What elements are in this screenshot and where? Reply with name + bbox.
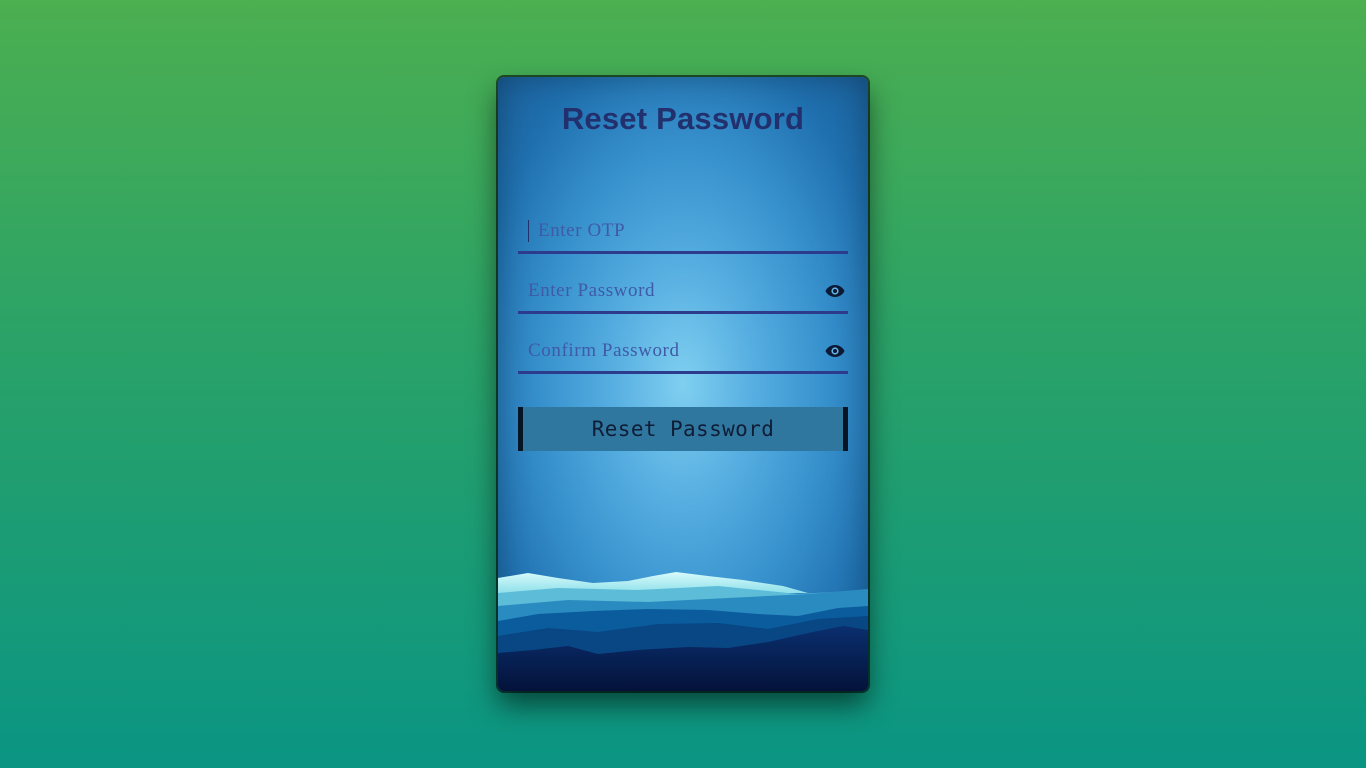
eye-icon[interactable] [825, 284, 845, 298]
password-field-wrapper [518, 273, 848, 314]
page-title: Reset Password [561, 101, 805, 136]
eye-icon[interactable] [825, 344, 845, 358]
reset-password-button[interactable]: Reset Password [518, 407, 848, 451]
otp-input[interactable] [528, 220, 828, 242]
mountains-illustration [498, 572, 868, 691]
confirm-password-field-wrapper [518, 333, 848, 374]
otp-field-wrapper [518, 213, 848, 254]
confirm-password-input[interactable] [518, 333, 828, 369]
password-input[interactable] [518, 273, 828, 309]
reset-password-card: Reset Password Reset Password [498, 77, 868, 691]
